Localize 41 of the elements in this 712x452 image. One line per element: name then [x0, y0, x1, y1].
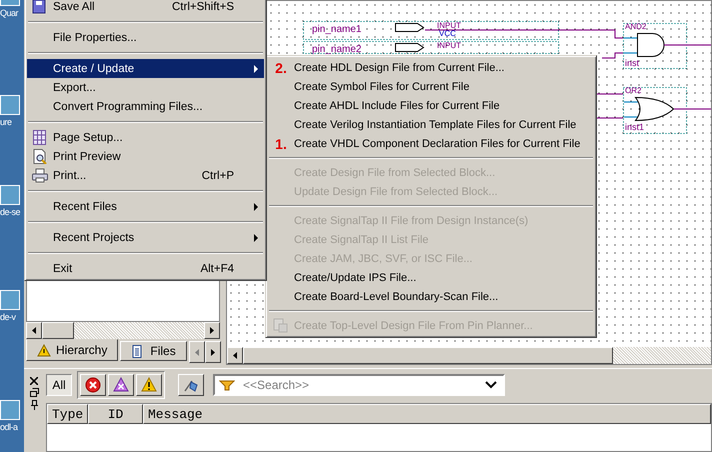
- menu-item[interactable]: Create / Update: [27, 59, 264, 78]
- pin-type: INPUT: [437, 21, 461, 30]
- desktop-icon-label[interactable]: de-se: [0, 207, 20, 217]
- all-filter-button[interactable]: All: [46, 374, 72, 396]
- menu-item[interactable]: Recent Files: [27, 197, 264, 216]
- gate-type: AND2: [625, 22, 646, 31]
- menu-item[interactable]: Recent Projects: [27, 228, 264, 247]
- menu-item[interactable]: Create AHDL Include Files for Current File: [268, 96, 594, 115]
- pin-name[interactable]: pin_name1: [312, 24, 362, 35]
- menu-item[interactable]: Convert Programming Files...: [27, 97, 264, 116]
- menu-item[interactable]: File Properties...: [27, 28, 264, 47]
- column-header[interactable]: Type: [47, 404, 88, 424]
- menu-item[interactable]: Create/Update IPS File...: [268, 268, 594, 287]
- menu-item[interactable]: Save All Ctrl+Shift+S: [27, 0, 264, 16]
- desktop-icon-label[interactable]: Quar: [0, 8, 18, 18]
- step-number: 1.: [275, 136, 287, 152]
- column-header[interactable]: ID: [88, 404, 143, 424]
- menu-item[interactable]: 2. Create HDL Design File from Current File...: [268, 58, 594, 77]
- gate-type: OR2: [625, 86, 642, 95]
- step-number: 2.: [275, 60, 287, 76]
- desktop-icon-label[interactable]: de-v: [0, 312, 16, 322]
- menu-item[interactable]: Exit Alt+F4: [27, 259, 264, 278]
- search-field[interactable]: <<Search>>: [213, 374, 505, 396]
- pin-value: VCC: [439, 29, 456, 38]
- menu-item[interactable]: Print... Ctrl+P: [27, 166, 264, 185]
- menu-item[interactable]: 1. Create VHDL Component Declaration Files for Current File: [268, 134, 594, 153]
- tab[interactable]: Files: [120, 341, 187, 361]
- menu-item[interactable]: Print Preview: [27, 147, 264, 166]
- menu-item[interactable]: Export...: [27, 78, 264, 97]
- menu-item[interactable]: Create Verilog Instantiation Template Files for Current File: [268, 115, 594, 134]
- pin-type: INPUT: [437, 41, 461, 50]
- tab[interactable]: Hierarchy: [26, 339, 118, 361]
- menu-item[interactable]: Create Symbol Files for Current File: [268, 77, 594, 96]
- column-header[interactable]: Message: [143, 404, 711, 424]
- menu-item[interactable]: Create Board-Level Boundary-Scan File...: [268, 287, 594, 306]
- menu-item[interactable]: Page Setup...: [27, 128, 264, 147]
- pin-name[interactable]: pin_name2: [312, 44, 362, 55]
- instance-name: inst1: [625, 122, 644, 132]
- desktop-icon-label[interactable]: ure: [0, 117, 12, 127]
- instance-name: inst: [625, 58, 640, 68]
- desktop-icon-label[interactable]: odl-a: [0, 422, 18, 432]
